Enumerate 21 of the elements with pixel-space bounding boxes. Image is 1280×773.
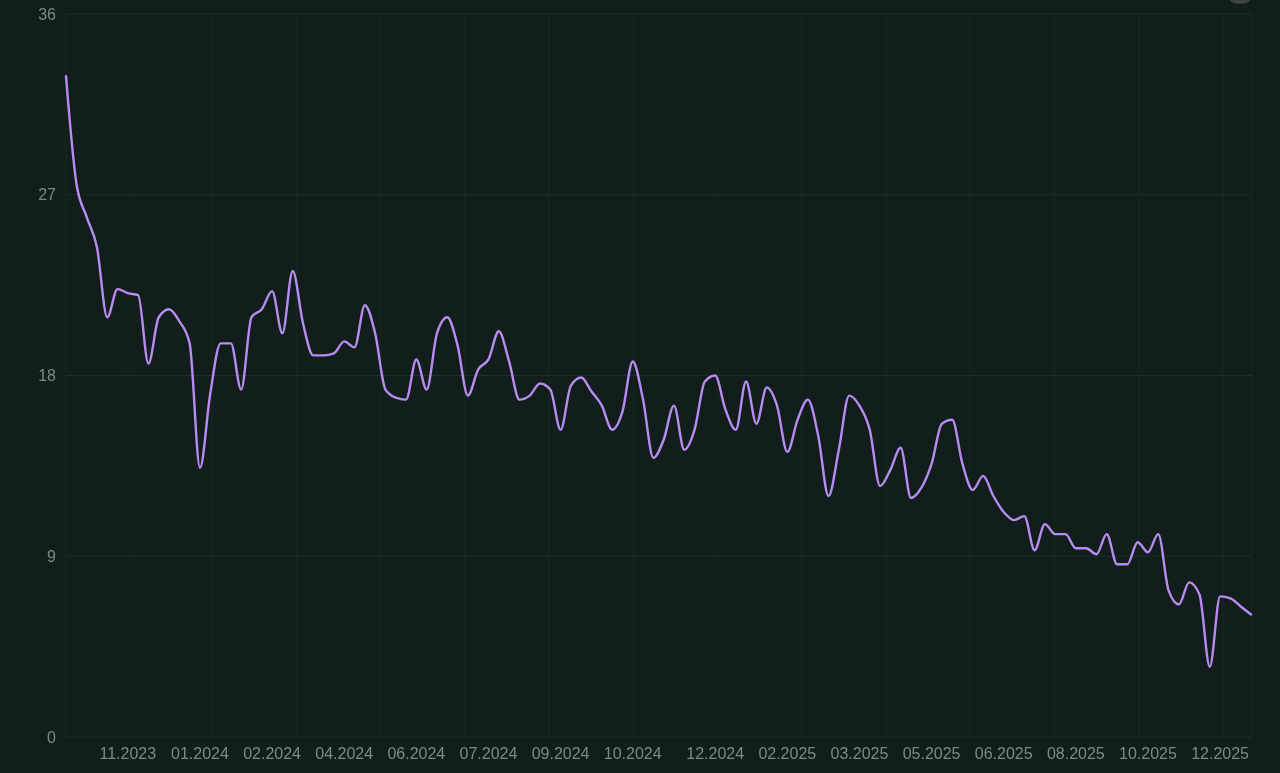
x-tick-label: 06.2024 bbox=[387, 744, 446, 762]
x-tick-label: 05.2025 bbox=[902, 744, 961, 762]
x-tick-label: 11.2023 bbox=[99, 744, 157, 762]
y-tick-label: 36 bbox=[38, 5, 56, 23]
x-tick-label: 01.2024 bbox=[171, 744, 229, 762]
x-tick-label: 08.2025 bbox=[1046, 744, 1105, 762]
x-tick-label: 04.2024 bbox=[315, 744, 374, 762]
x-tick-label: 02.2025 bbox=[758, 744, 817, 762]
y-tick-label: 9 bbox=[47, 547, 56, 565]
x-tick-label: 09.2024 bbox=[531, 744, 590, 762]
x-tick-label: 10.2025 bbox=[1119, 744, 1177, 762]
y-tick-label: 27 bbox=[38, 186, 56, 204]
x-tick-label: 07.2024 bbox=[459, 744, 518, 762]
x-tick-label: 02.2024 bbox=[243, 744, 301, 762]
x-tick-label: 03.2025 bbox=[830, 744, 889, 762]
x-tick-label: 12.2024 bbox=[686, 744, 745, 762]
x-tick-label: 12.2025 bbox=[1191, 744, 1249, 762]
x-tick-label: 06.2025 bbox=[974, 744, 1033, 762]
y-tick-label: 18 bbox=[38, 367, 56, 384]
y-tick-label: 0 bbox=[47, 728, 56, 746]
x-tick-label: 10.2024 bbox=[603, 744, 662, 762]
